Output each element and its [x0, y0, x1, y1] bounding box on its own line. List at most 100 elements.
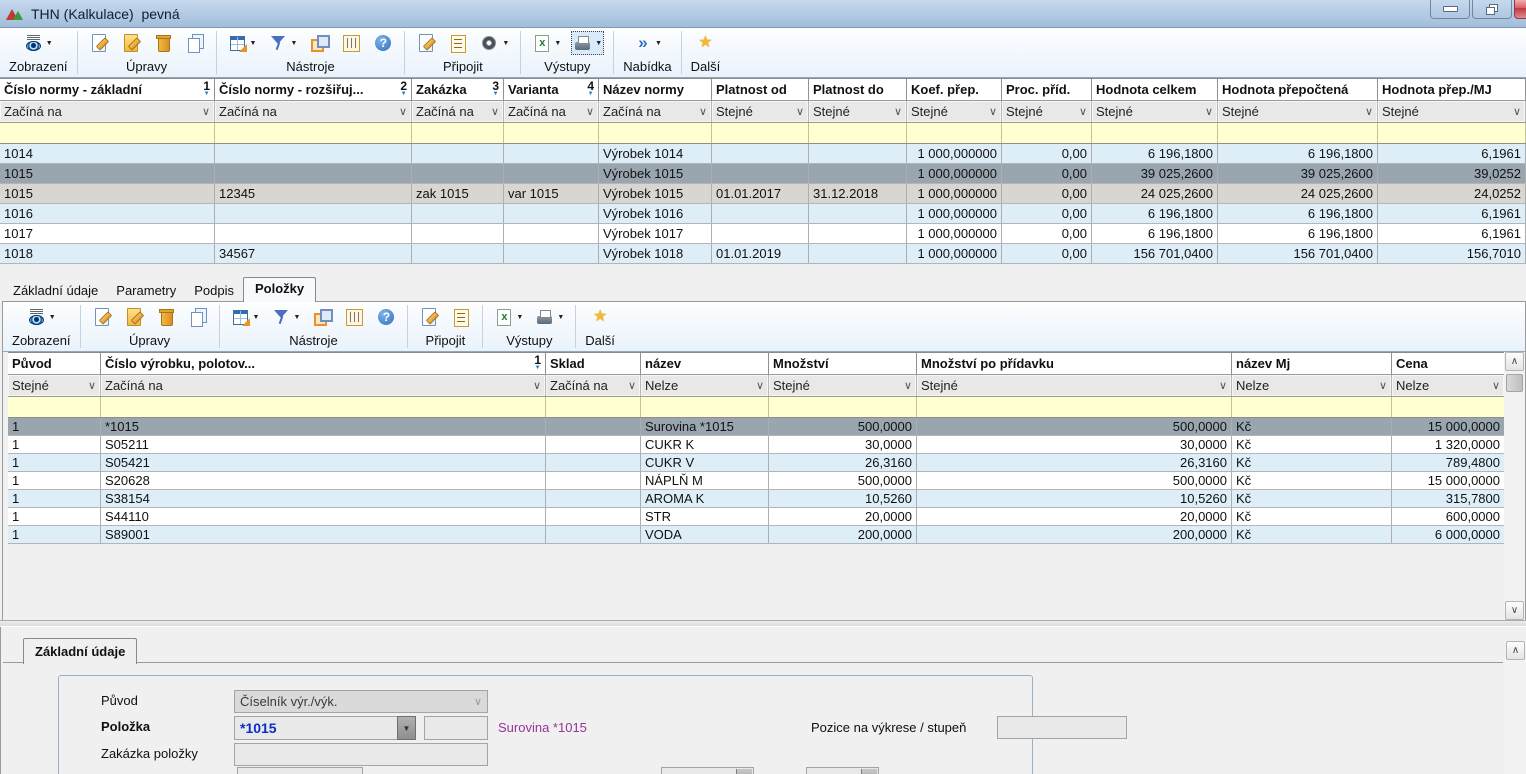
- column-header[interactable]: Platnost od: [712, 79, 809, 100]
- column-header[interactable]: Cena: [1392, 353, 1505, 374]
- column-header[interactable]: Proc. příd.: [1002, 79, 1092, 100]
- column-header[interactable]: Hodnota přepočtená: [1218, 79, 1378, 100]
- filter-dropdown[interactable]: Začíná na∨: [101, 375, 546, 396]
- filter-dropdown[interactable]: Začíná na∨: [504, 101, 599, 122]
- search-cell[interactable]: [809, 123, 907, 143]
- search-cell[interactable]: [1092, 123, 1218, 143]
- column-header[interactable]: Množství po přídavku: [917, 353, 1232, 374]
- table-row[interactable]: 101512345zak 1015var 1015Výrobek 101501.…: [0, 184, 1526, 204]
- column-header[interactable]: Číslo normy - rozšiřuj...2▼: [215, 79, 412, 100]
- polozka-suffix-input[interactable]: [424, 716, 488, 740]
- delete-record-button[interactable]: [151, 31, 175, 55]
- print-button[interactable]: ▼: [571, 31, 604, 55]
- table-row[interactable]: 1S38154AROMA K10,526010,5260Kč315,7800: [8, 490, 1505, 508]
- filter-button[interactable]: ▼: [269, 305, 302, 329]
- scroll-up-icon[interactable]: ∧: [1506, 641, 1525, 660]
- search-cell[interactable]: [1218, 123, 1378, 143]
- filter-dropdown[interactable]: Stejné∨: [1378, 101, 1526, 122]
- view-menu-button[interactable]: ▼: [25, 305, 58, 329]
- filter-dropdown[interactable]: Nelze∨: [1392, 375, 1505, 396]
- filter-dropdown[interactable]: Stejné∨: [1002, 101, 1092, 122]
- link-documents-button[interactable]: [310, 305, 334, 329]
- partial-combo[interactable]: [806, 767, 879, 774]
- attach-note-button[interactable]: [414, 31, 438, 55]
- search-cell[interactable]: [641, 397, 769, 417]
- filter-dropdown[interactable]: Začíná na∨: [0, 101, 215, 122]
- column-header[interactable]: Varianta4▼: [504, 79, 599, 100]
- search-cell[interactable]: [0, 123, 215, 143]
- table-row[interactable]: 1S05421CUKR V26,316026,3160Kč789,4800: [8, 454, 1505, 472]
- search-cell[interactable]: [907, 123, 1002, 143]
- restore-button[interactable]: [1472, 0, 1512, 19]
- column-header[interactable]: Hodnota celkem: [1092, 79, 1218, 100]
- search-cell[interactable]: [1378, 123, 1526, 143]
- scroll-down-icon[interactable]: ∨: [1505, 601, 1524, 620]
- column-header[interactable]: Množství: [769, 353, 917, 374]
- column-header[interactable]: Zakázka3▼: [412, 79, 504, 100]
- search-cell[interactable]: [412, 123, 504, 143]
- column-header[interactable]: Platnost do: [809, 79, 907, 100]
- search-cell[interactable]: [546, 397, 641, 417]
- filter-dropdown[interactable]: Stejné∨: [712, 101, 809, 122]
- filter-dropdown[interactable]: Stejné∨: [907, 101, 1002, 122]
- help-button[interactable]: [371, 31, 395, 55]
- filter-dropdown[interactable]: Nelze∨: [641, 375, 769, 396]
- filter-dropdown[interactable]: Začíná na∨: [546, 375, 641, 396]
- table-row[interactable]: 1016Výrobek 10161 000,0000000,006 196,18…: [0, 204, 1526, 224]
- print-button[interactable]: ▼: [533, 305, 566, 329]
- table-row[interactable]: 1S44110STR20,000020,0000Kč600,0000: [8, 508, 1505, 526]
- column-header[interactable]: Sklad: [546, 353, 641, 374]
- menu-button[interactable]: »▼: [631, 31, 664, 55]
- help-button[interactable]: [374, 305, 398, 329]
- minimize-button[interactable]: [1430, 0, 1470, 19]
- scroll-up-icon[interactable]: ∧: [1505, 352, 1524, 371]
- search-cell[interactable]: [101, 397, 546, 417]
- filter-dropdown[interactable]: Začíná na∨: [599, 101, 712, 122]
- edit-record-button[interactable]: [122, 305, 146, 329]
- parameters-button[interactable]: [342, 305, 366, 329]
- table-row[interactable]: 1014Výrobek 10141 000,0000000,006 196,18…: [0, 144, 1526, 164]
- polozka-input[interactable]: *1015: [234, 716, 398, 740]
- favorites-button[interactable]: ★: [588, 305, 612, 329]
- search-cell[interactable]: [1392, 397, 1505, 417]
- tab-zakladni-udaje-detail[interactable]: Základní údaje: [23, 638, 137, 664]
- search-cell[interactable]: [1002, 123, 1092, 143]
- new-record-button[interactable]: [87, 31, 111, 55]
- search-cell[interactable]: [769, 397, 917, 417]
- checklist-button[interactable]: [449, 305, 473, 329]
- search-cell[interactable]: [599, 123, 712, 143]
- delete-record-button[interactable]: [154, 305, 178, 329]
- checklist-button[interactable]: [446, 31, 470, 55]
- table-row[interactable]: 1*1015Surovina *1015500,0000500,0000Kč15…: [8, 418, 1505, 436]
- items-scrollbar[interactable]: ∧ ∨: [1504, 352, 1525, 620]
- parameters-button[interactable]: [339, 31, 363, 55]
- combo-button[interactable]: [736, 769, 752, 774]
- new-record-button[interactable]: [90, 305, 114, 329]
- filter-dropdown[interactable]: Nelze∨: [1232, 375, 1392, 396]
- attach-note-button[interactable]: [417, 305, 441, 329]
- close-button[interactable]: ×: [1514, 0, 1526, 19]
- partial-input[interactable]: [237, 767, 363, 774]
- table-row[interactable]: 1S20628NÁPLŇ M500,0000500,0000Kč15 000,0…: [8, 472, 1505, 490]
- zakazka-input[interactable]: [234, 743, 488, 766]
- table-row[interactable]: 1017Výrobek 10171 000,0000000,006 196,18…: [0, 224, 1526, 244]
- polozka-lookup-button[interactable]: ▼: [397, 716, 416, 740]
- filter-dropdown[interactable]: Stejné∨: [809, 101, 907, 122]
- copy-record-button[interactable]: [183, 31, 207, 55]
- search-cell[interactable]: [712, 123, 809, 143]
- table-row[interactable]: 101834567Výrobek 101801.01.20191 000,000…: [0, 244, 1526, 264]
- tab-parametry[interactable]: Parametry: [107, 280, 185, 302]
- splitter-handle[interactable]: [0, 620, 1526, 627]
- search-cell[interactable]: [8, 397, 101, 417]
- filter-dropdown[interactable]: Stejné∨: [8, 375, 101, 396]
- column-header[interactable]: Původ: [8, 353, 101, 374]
- search-cell[interactable]: [1232, 397, 1392, 417]
- media-button[interactable]: ▼: [478, 31, 511, 55]
- column-header[interactable]: název: [641, 353, 769, 374]
- excel-export-button[interactable]: ▼: [530, 31, 563, 55]
- scrollbar-thumb[interactable]: [1506, 374, 1523, 392]
- edit-record-button[interactable]: [119, 31, 143, 55]
- excel-export-button[interactable]: ▼: [492, 305, 525, 329]
- combo-button[interactable]: [861, 769, 877, 774]
- view-menu-button[interactable]: ▼: [22, 31, 55, 55]
